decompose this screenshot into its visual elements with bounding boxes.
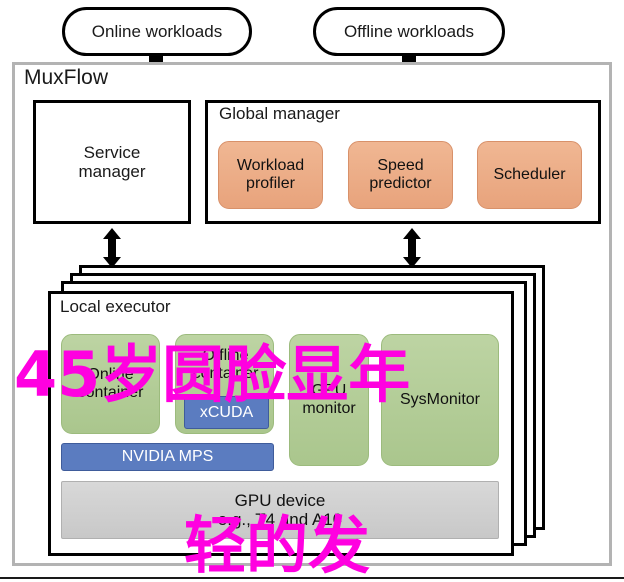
- gpu-device-bar: GPU device e.g., T4 and A10: [61, 481, 499, 539]
- diagram-canvas: Online workloads Offline workloads MuxFl…: [0, 0, 624, 582]
- workload-profiler-line2: profiler: [246, 175, 295, 192]
- service-manager-label: Service manager: [33, 100, 191, 224]
- offline-workloads-pill: Offline workloads: [313, 7, 505, 56]
- gpu-monitor-node: GPU monitor: [289, 334, 369, 466]
- global-manager-label: Global manager: [219, 104, 340, 123]
- service-manager-line2: manager: [78, 162, 146, 181]
- bottom-divider: [0, 577, 624, 579]
- offline-container-line2: container: [192, 365, 259, 382]
- offline-workloads-label: Offline workloads: [343, 21, 475, 41]
- offline-container-node: Offline container xCUDA: [175, 334, 274, 434]
- online-container-line1: Online: [87, 366, 134, 384]
- scheduler-node: Scheduler: [477, 141, 582, 209]
- nvidia-mps-label: NVIDIA MPS: [121, 448, 214, 466]
- gpu-monitor-line2: monitor: [302, 400, 356, 417]
- gpu-device-line2: e.g., T4 and A10: [217, 510, 343, 529]
- gpu-device-line1: GPU device: [234, 490, 326, 510]
- online-workloads-pill: Online workloads: [62, 7, 252, 56]
- scheduler-label: Scheduler: [493, 166, 566, 184]
- online-container-line2: container: [77, 384, 144, 401]
- workload-profiler-line1: Workload: [236, 157, 305, 175]
- xcuda-label: xCUDA: [199, 403, 254, 421]
- nvidia-mps-bar: NVIDIA MPS: [61, 443, 274, 471]
- sysmonitor-label: SysMonitor: [399, 391, 481, 409]
- workload-profiler-node: Workload profiler: [218, 141, 323, 209]
- service-manager-link-arrow: [103, 228, 121, 268]
- global-manager-link-arrow: [403, 228, 421, 268]
- local-executor-label: Local executor: [60, 297, 171, 316]
- speed-predictor-line1: Speed: [377, 157, 424, 175]
- service-manager-line1: Service: [83, 142, 141, 162]
- speed-predictor-line2: predictor: [369, 175, 432, 192]
- online-workloads-label: Online workloads: [91, 21, 223, 41]
- gpu-monitor-line1: GPU: [311, 382, 347, 400]
- offline-container-line1: Offline: [202, 347, 249, 365]
- xcuda-node: xCUDA: [184, 396, 269, 429]
- offline-container-label: Offline container: [176, 343, 275, 387]
- online-container-node: Online container: [61, 334, 160, 434]
- speed-predictor-node: Speed predictor: [348, 141, 453, 209]
- sysmonitor-node: SysMonitor: [381, 334, 499, 466]
- muxflow-title: MuxFlow: [24, 66, 109, 89]
